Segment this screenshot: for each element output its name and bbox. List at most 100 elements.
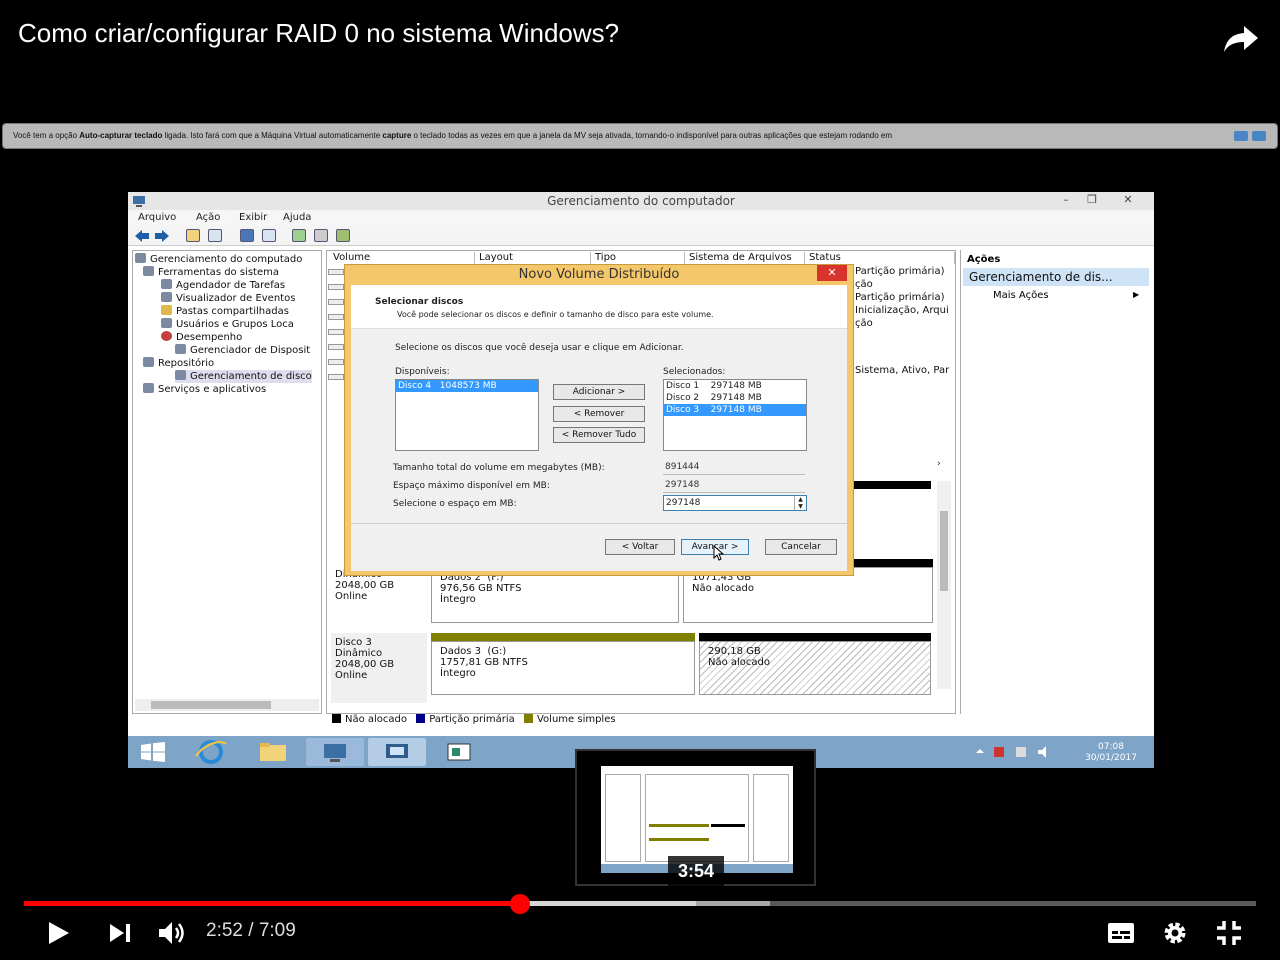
unallocated-bar — [699, 633, 931, 641]
list-item[interactable]: Disco 3 297148 MB — [664, 404, 806, 416]
scroll-right-icon[interactable]: › — [937, 459, 941, 469]
total-size-label: Tamanho total do volume em megabytes (MB… — [393, 463, 605, 473]
progress-scrubber[interactable] — [510, 894, 530, 914]
internet-explorer-icon[interactable] — [182, 738, 240, 766]
tree-item-shared-folders[interactable]: Pastas compartilhadas — [161, 305, 289, 318]
remove-button[interactable]: < Remover — [553, 406, 645, 422]
refresh-icon[interactable] — [292, 229, 306, 242]
available-disks-list[interactable]: Disco 4 1048573 MB — [395, 379, 539, 451]
subtitles-icon[interactable] — [1106, 918, 1136, 948]
storage-icon — [143, 357, 154, 367]
tree-item-root[interactable]: Gerenciamento do computado — [135, 253, 302, 266]
partition-dados3[interactable]: Dados 3 (G:) 1757,81 GB NTFS Íntegro — [431, 641, 695, 695]
tree-item-task-scheduler[interactable]: Agendador de Tarefas — [161, 279, 285, 292]
menu-exibir[interactable]: Exibir — [239, 212, 267, 223]
volume-row[interactable] — [328, 329, 344, 335]
forward-arrow-icon[interactable] — [154, 229, 170, 243]
select-space-label: Selecione o espaço em MB: — [393, 499, 517, 509]
volume-row[interactable] — [328, 269, 344, 275]
tree-item-performance[interactable]: Desempenho — [161, 331, 242, 344]
actions-pane: Ações Gerenciamento de dis... Mais Ações… — [960, 250, 1152, 714]
progress-hover-segment — [520, 901, 696, 906]
properties-icon[interactable] — [314, 229, 328, 242]
disk-3-label: Disco 3 Dinâmico 2048,00 GB Online — [335, 637, 395, 681]
list-item[interactable]: Disco 2 297148 MB — [664, 392, 806, 404]
cancel-button[interactable]: Cancelar — [765, 539, 837, 555]
tree-item-system-tools[interactable]: Ferramentas do sistema — [143, 266, 279, 279]
tree-item-users-groups[interactable]: Usuários e Grupos Loca — [161, 318, 294, 331]
tree-item-services-apps[interactable]: Serviços e aplicativos — [143, 383, 266, 396]
volume-icon[interactable] — [156, 918, 190, 948]
spinner-icon[interactable]: ▲ ▼ — [794, 496, 806, 510]
settings-gear-icon[interactable] — [1160, 918, 1190, 948]
new-spanned-volume-dialog: Novo Volume Distribuído ✕ Selecionar dis… — [344, 264, 854, 576]
back-button[interactable]: < Voltar — [605, 539, 675, 555]
volume-row[interactable] — [328, 299, 344, 305]
volume-row[interactable] — [328, 314, 344, 320]
dialog-subheading: Você pode selecionar os discos e definir… — [397, 310, 714, 319]
play-icon[interactable] — [44, 918, 72, 948]
remove-all-button[interactable]: < Remover Tudo — [553, 427, 645, 443]
vm-notice-icons[interactable] — [1233, 130, 1269, 142]
col-layout[interactable]: Layout — [475, 252, 591, 264]
tree-item-event-viewer[interactable]: Visualizador de Eventos — [161, 292, 295, 305]
volume-row[interactable] — [328, 359, 344, 365]
taskbar-clock[interactable]: 07:08 30/01/2017 — [1076, 742, 1146, 764]
disk-row-3[interactable]: Disco 3 Dinâmico 2048,00 GB Online Dados… — [327, 633, 947, 703]
volume-row[interactable] — [328, 284, 344, 290]
exit-fullscreen-icon[interactable] — [1214, 918, 1244, 948]
add-button[interactable]: Adicionar > — [553, 384, 645, 400]
menu-arquivo[interactable]: Arquivo — [138, 212, 176, 223]
duration: 7:09 — [258, 920, 296, 941]
tree-item-storage[interactable]: Repositório — [143, 357, 214, 370]
minimize-button[interactable]: – — [1054, 192, 1078, 208]
menu-acao[interactable]: Ação — [196, 212, 220, 223]
vm-screen[interactable]: Gerenciamento do computador – ❐ ✕ Arquiv… — [128, 192, 1154, 768]
actions-header: Ações — [967, 254, 1001, 265]
selected-disks-list[interactable]: Disco 1 297148 MB Disco 2 297148 MB Disc… — [663, 379, 807, 451]
col-volume[interactable]: Volume — [329, 252, 475, 264]
tree-item-device-manager[interactable]: Gerenciador de Disposit — [175, 344, 310, 357]
computer-management-icon — [135, 253, 146, 263]
share-icon[interactable] — [1222, 20, 1262, 56]
view-icon[interactable] — [262, 229, 276, 242]
tray-icons[interactable] — [972, 744, 1052, 760]
disk-vscrollbar[interactable] — [937, 481, 951, 689]
volume-row[interactable] — [328, 344, 344, 350]
col-tipo[interactable]: Tipo — [591, 252, 685, 264]
actions-selected[interactable]: Gerenciamento de dis... — [963, 268, 1149, 286]
menu-ajuda[interactable]: Ajuda — [283, 212, 311, 223]
more-actions-link[interactable]: Mais Ações — [993, 290, 1049, 301]
tree-item-disk-management[interactable]: Gerenciamento de disco — [175, 370, 312, 383]
disk-settings-icon[interactable] — [336, 229, 350, 242]
console-icon[interactable] — [430, 738, 488, 766]
computer-management-taskbar-icon[interactable] — [368, 738, 426, 766]
restore-button[interactable]: ❐ — [1080, 192, 1104, 208]
col-status[interactable]: Status — [805, 252, 955, 264]
col-sistema-arquivos[interactable]: Sistema de Arquivos — [685, 252, 805, 264]
list-item[interactable]: Disco 1 297148 MB — [664, 380, 806, 392]
legend-primary: Partição primária — [429, 714, 515, 725]
dialog-title: Novo Volume Distribuído — [518, 267, 680, 282]
space-input[interactable]: 297148 ▲ ▼ — [663, 495, 807, 511]
time-display: 2:52 / 7:09 — [206, 920, 296, 941]
legend-swatch-unallocated — [332, 714, 341, 723]
list-item[interactable]: Disco 4 1048573 MB — [396, 380, 538, 392]
close-window-button[interactable]: ✕ — [1116, 192, 1140, 208]
back-arrow-icon[interactable] — [134, 229, 150, 243]
dialog-close-button[interactable]: ✕ — [817, 265, 847, 281]
help-icon[interactable] — [240, 229, 254, 242]
tree-hscrollbar[interactable] — [135, 699, 319, 711]
chevron-right-icon[interactable]: ▶ — [1133, 290, 1139, 299]
up-folder-icon[interactable] — [186, 229, 200, 242]
file-explorer-icon[interactable] — [244, 738, 302, 766]
next-video-icon[interactable] — [106, 918, 134, 948]
windows-start-icon[interactable] — [140, 742, 166, 762]
video-title[interactable]: Como criar/configurar RAID 0 no sistema … — [18, 18, 619, 49]
available-label: Disponíveis: — [395, 367, 450, 377]
server-manager-icon[interactable] — [306, 738, 364, 766]
volume-row[interactable] — [328, 374, 344, 380]
shared-folder-icon — [161, 305, 172, 315]
show-hide-tree-icon[interactable] — [208, 229, 222, 242]
partition-unallocated-3[interactable]: 290,18 GB Não alocado — [699, 641, 931, 695]
